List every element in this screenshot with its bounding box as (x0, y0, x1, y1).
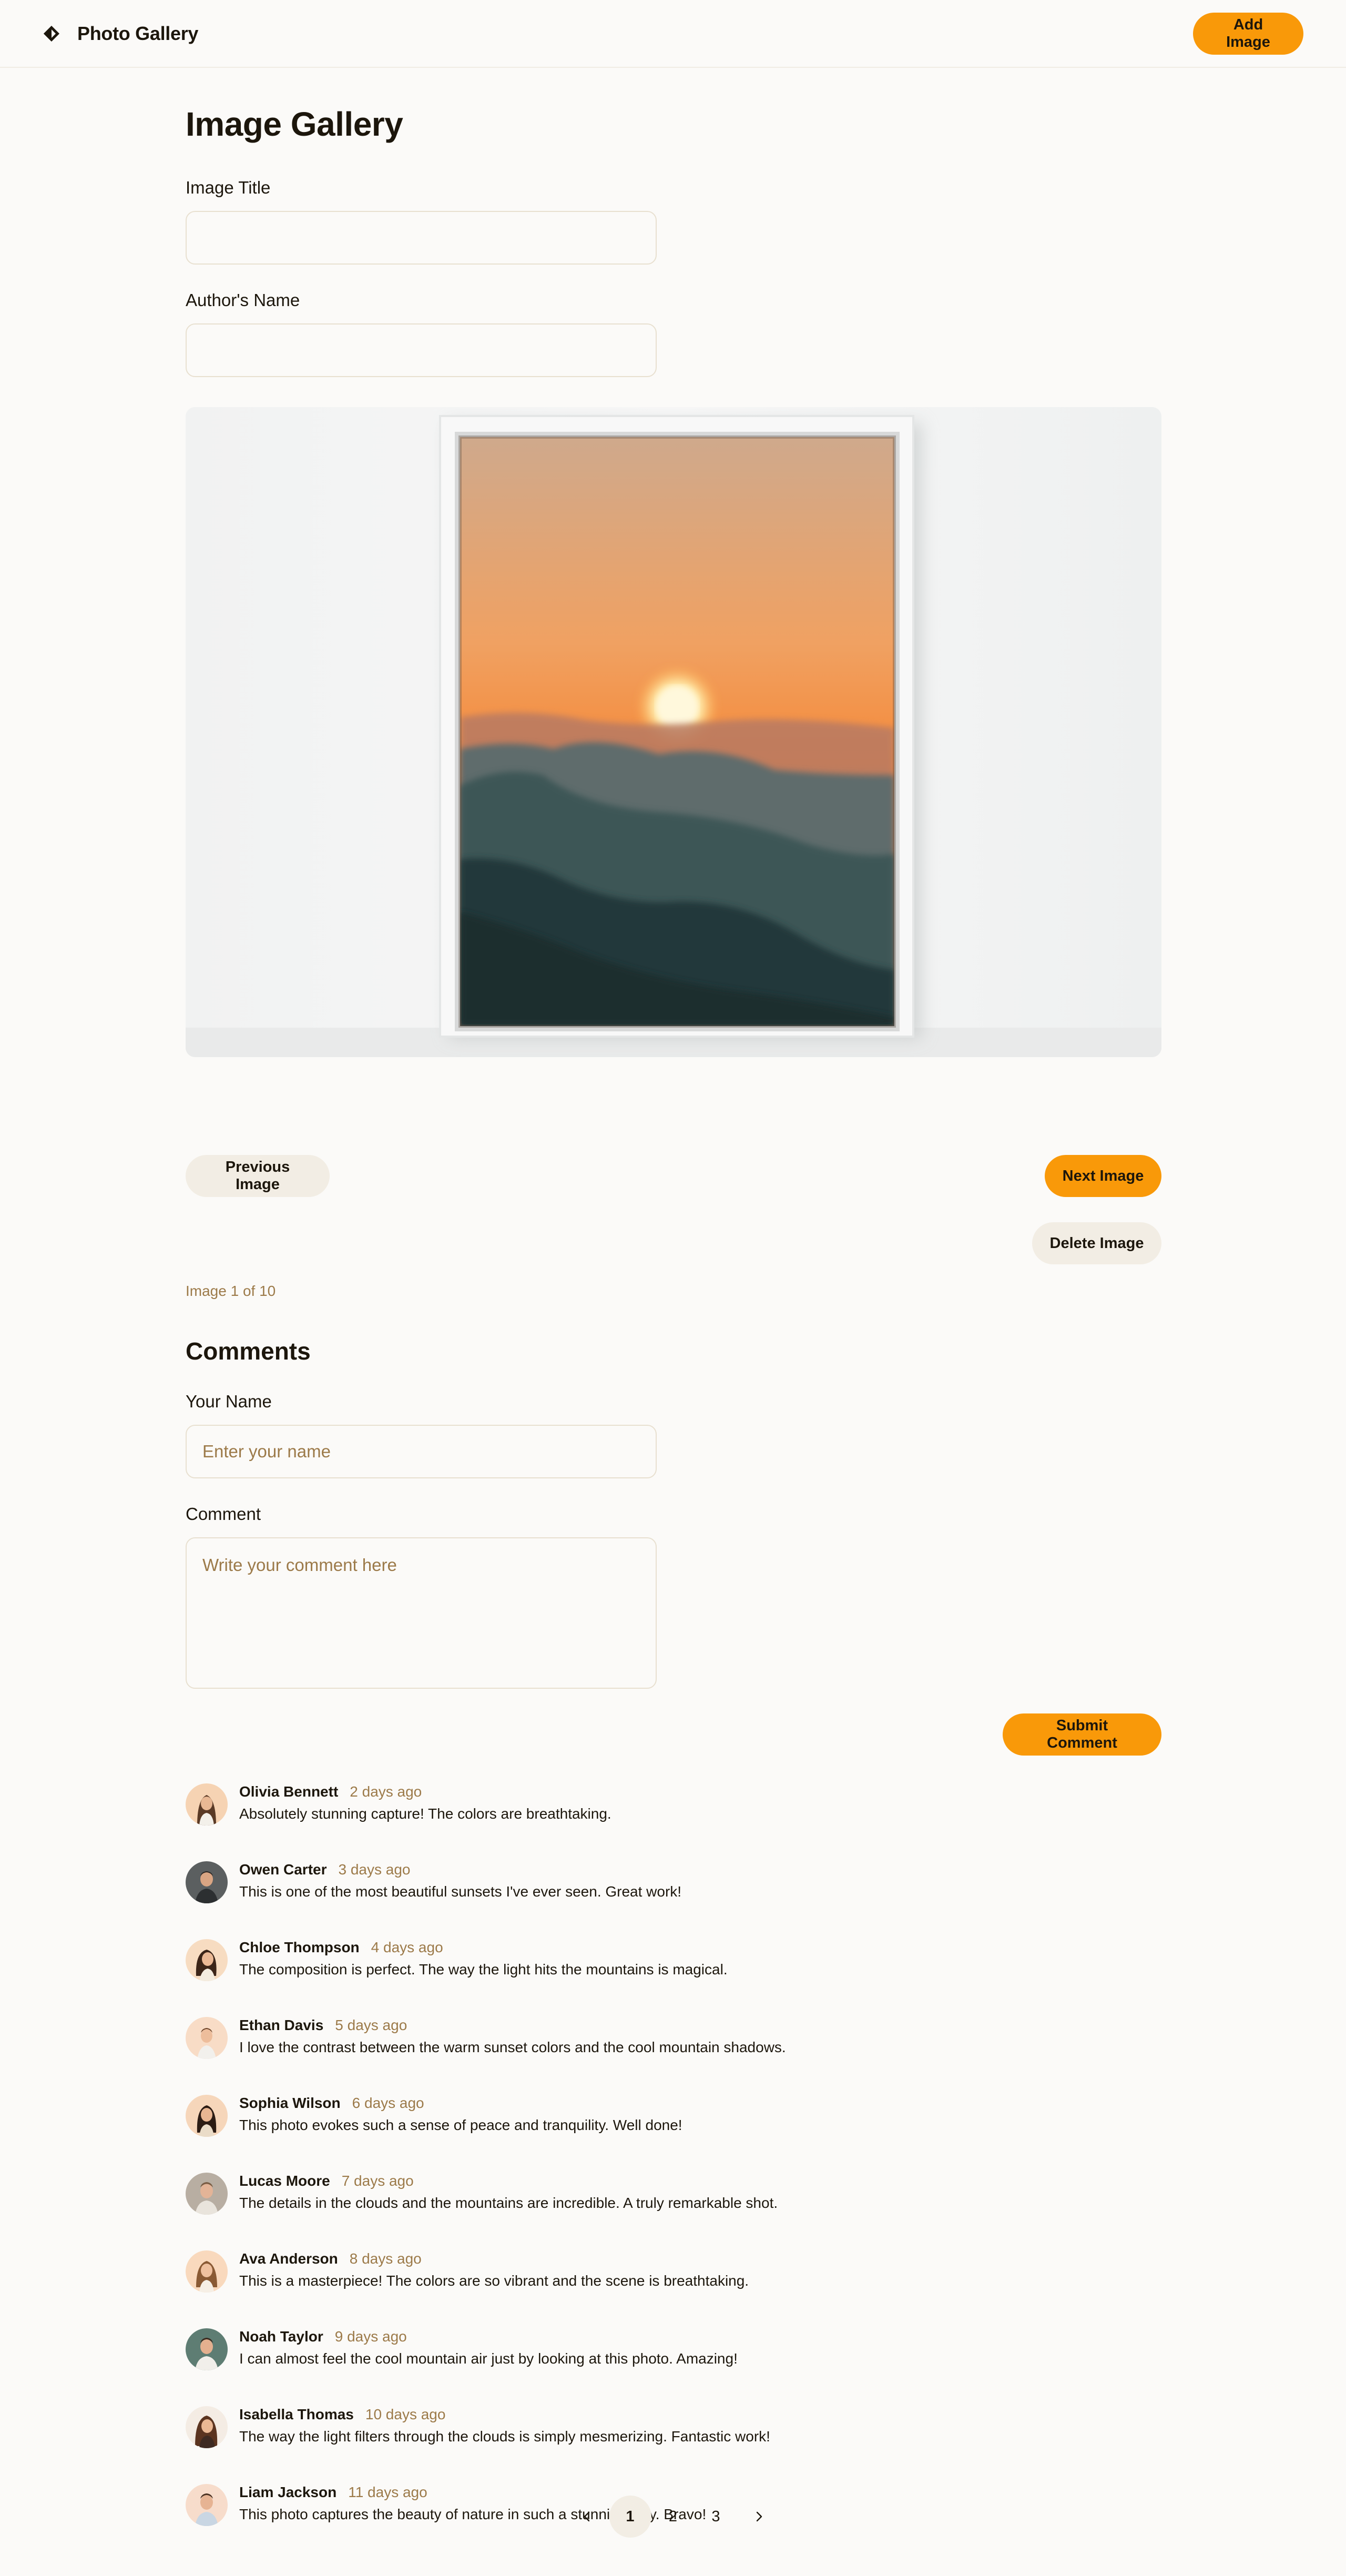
commenter-name-input[interactable] (186, 1425, 657, 1478)
pagination-prev[interactable] (566, 2496, 608, 2538)
avatar (186, 2328, 228, 2370)
comment-time: 6 days ago (352, 2095, 424, 2111)
diamond-logo-icon (44, 25, 59, 42)
comment-textarea[interactable] (186, 1537, 657, 1689)
comment-time: 11 days ago (348, 2484, 427, 2500)
add-image-button[interactable]: Add Image (1193, 12, 1303, 55)
commenter-name: Lucas Moore (239, 2173, 330, 2189)
page-title: Image Gallery (186, 105, 403, 143)
commenter-name: Owen Carter (239, 1861, 327, 1878)
delete-image-button[interactable]: Delete Image (1032, 1222, 1161, 1264)
comment-time: 9 days ago (334, 2328, 407, 2345)
author-name-label: Author's Name (186, 290, 300, 310)
comment-item: Ethan Davis 5 days ago I love the contras… (186, 2017, 974, 2060)
commenter-name: Isabella Thomas (239, 2406, 354, 2422)
author-name-input[interactable] (186, 323, 657, 377)
avatar (186, 2095, 228, 2137)
comment-time: 8 days ago (349, 2250, 422, 2267)
avatar (186, 2173, 228, 2215)
comment-text: The way the light filters through the cl… (239, 2428, 770, 2445)
avatar (186, 1783, 228, 1825)
avatar (186, 2484, 228, 2526)
gallery-image (186, 407, 1161, 1057)
avatar (186, 2017, 228, 2059)
comment-text: The details in the clouds and the mounta… (239, 2195, 778, 2211)
comment-text: I love the contrast between the warm sun… (239, 2039, 786, 2055)
commenter-name: Noah Taylor (239, 2328, 323, 2345)
comment-item: Olivia Bennett 2 days ago Absolutely stun… (186, 1783, 974, 1827)
chevron-right-icon (756, 2511, 762, 2522)
image-title-label: Image Title (186, 178, 271, 197)
comment-text: This is a masterpiece! The colors are so… (239, 2273, 749, 2289)
comment-item: Isabella Thomas 10 days ago The way the l… (186, 2406, 974, 2449)
comment-item: Owen Carter 3 days ago This is one of the… (186, 1861, 974, 1904)
comment-time: 4 days ago (371, 1939, 443, 1955)
top-nav: Photo Gallery Add Image (0, 0, 1346, 68)
comment-item: Noah Taylor 9 days ago I can almost feel … (186, 2328, 974, 2371)
submit-comment-button[interactable]: Submit Comment (1003, 1713, 1161, 1756)
commenter-name: Sophia Wilson (239, 2095, 341, 2111)
avatar (186, 1939, 228, 1981)
comment-text: The composition is perfect. The way the … (239, 1961, 728, 1977)
comment-text: Absolutely stunning capture! The colors … (239, 1806, 611, 1822)
commenter-name: Chloe Thompson (239, 1939, 360, 1955)
comment-item: Ava Anderson 8 days ago This is a masterp… (186, 2250, 974, 2294)
image-title-input[interactable] (186, 211, 657, 265)
pagination: 1 2 3 (566, 2496, 780, 2538)
image-counter: Image 1 of 10 (186, 1283, 276, 1299)
avatar (186, 2406, 228, 2448)
comment-time: 2 days ago (350, 1783, 422, 1800)
page-2-button[interactable]: 2 (652, 2496, 694, 2538)
pagination-next[interactable] (738, 2496, 780, 2538)
app-title: Photo Gallery (77, 22, 199, 44)
comments-heading: Comments (186, 1337, 311, 1365)
sunset-mountain-photo (186, 407, 1161, 1057)
comment-time: 7 days ago (341, 2173, 414, 2189)
brand[interactable]: Photo Gallery (43, 23, 198, 45)
commenter-name: Ethan Davis (239, 2017, 324, 2033)
comment-item: Chloe Thompson 4 days ago The composition… (186, 1939, 974, 1982)
your-name-label: Your Name (186, 1392, 272, 1411)
comment-label: Comment (186, 1504, 261, 1524)
page-3-button[interactable]: 3 (695, 2496, 737, 2538)
comment-text: This is one of the most beautiful sunset… (239, 1883, 682, 1900)
next-image-button[interactable]: Next Image (1045, 1155, 1161, 1197)
commenter-name: Olivia Bennett (239, 1783, 339, 1800)
previous-image-button[interactable]: Previous Image (186, 1155, 330, 1197)
comment-time: 3 days ago (338, 1861, 411, 1878)
comment-item: Lucas Moore 7 days ago The details in the… (186, 2173, 974, 2216)
comment-text: This photo evokes such a sense of peace … (239, 2117, 682, 2133)
commenter-name: Liam Jackson (239, 2484, 337, 2500)
page-1-button[interactable]: 1 (609, 2496, 651, 2538)
comment-item: Sophia Wilson 6 days ago This photo evoke… (186, 2095, 974, 2138)
commenter-name: Ava Anderson (239, 2250, 338, 2267)
avatar (186, 2250, 228, 2293)
comment-text: I can almost feel the cool mountain air … (239, 2350, 738, 2367)
avatar (186, 1861, 228, 1903)
chevron-left-icon (584, 2511, 590, 2522)
comment-time: 5 days ago (335, 2017, 407, 2033)
comment-time: 10 days ago (365, 2406, 446, 2422)
